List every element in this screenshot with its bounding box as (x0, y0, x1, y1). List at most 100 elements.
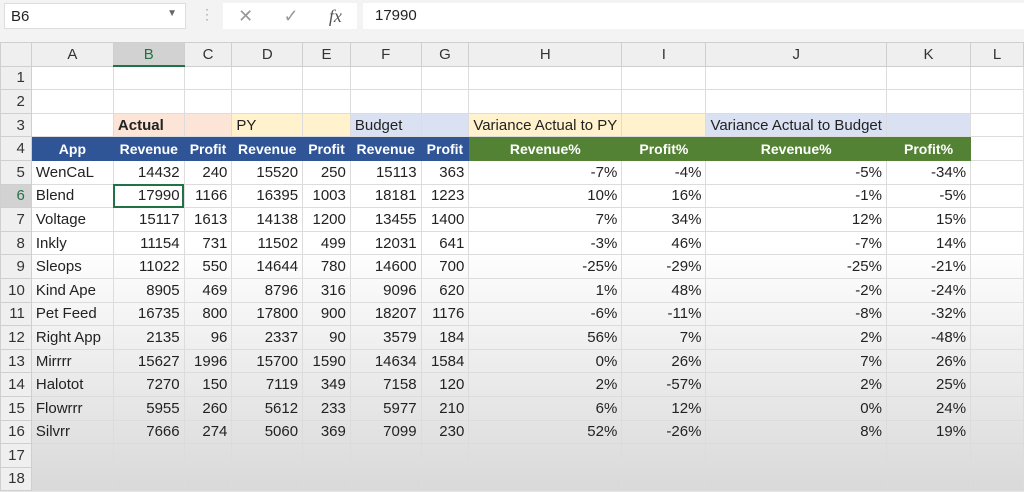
cell-D10[interactable]: 8796 (231, 277, 304, 303)
cell-C16[interactable]: 274 (183, 419, 233, 445)
cell-D14[interactable]: 7119 (231, 372, 304, 397)
cell-J15[interactable]: 0% (705, 395, 887, 421)
cell-H9[interactable]: -25% (468, 254, 623, 279)
cell-G9[interactable]: 700 (420, 254, 470, 279)
cell-I9[interactable]: -29% (621, 254, 707, 279)
cell-B15[interactable]: 5955 (112, 395, 185, 421)
cell-J12[interactable]: 2% (705, 325, 887, 350)
cell-L4[interactable] (970, 136, 1024, 161)
cell-I3[interactable] (621, 112, 707, 138)
cell-D5[interactable]: 15520 (231, 159, 304, 185)
cell-L18[interactable] (970, 466, 1024, 492)
cell-L10[interactable] (970, 277, 1024, 303)
cell-F7[interactable]: 13455 (349, 207, 422, 232)
cell-B17[interactable] (112, 443, 185, 468)
cell-H5[interactable]: -7% (468, 159, 623, 185)
cell-C13[interactable]: 1996 (183, 348, 233, 374)
insert-function-icon[interactable]: fx (329, 6, 342, 27)
cell-A10[interactable]: Kind Ape (30, 277, 114, 303)
cell-C9[interactable]: 550 (183, 254, 233, 279)
column-header-F[interactable]: F (349, 42, 422, 67)
cell-L1[interactable] (970, 65, 1024, 91)
column-header-J[interactable]: J (705, 42, 887, 67)
group-header-budget[interactable]: Budget (349, 112, 422, 138)
cell-E1[interactable] (302, 65, 351, 91)
cell-B7[interactable]: 15117 (112, 207, 185, 232)
cell-I18[interactable] (621, 466, 707, 492)
row-header[interactable]: 13 (0, 348, 32, 374)
cell-K17[interactable] (885, 443, 972, 468)
column-header-B[interactable]: B (112, 42, 185, 68)
cell-K10[interactable]: -24% (885, 277, 972, 303)
enter-check-icon[interactable]: ✓ (283, 6, 298, 27)
cell-C11[interactable]: 800 (183, 301, 233, 327)
column-title-revenue-pct[interactable]: Revenue% (468, 136, 623, 161)
cell-L12[interactable] (970, 325, 1024, 350)
cell-D12[interactable]: 2337 (231, 325, 304, 350)
cell-E2[interactable] (302, 89, 351, 114)
cell-E8[interactable]: 499 (302, 230, 351, 256)
chevron-down-icon[interactable]: ▼ (167, 8, 177, 19)
group-header-py[interactable]: PY (231, 112, 304, 138)
cell-G12[interactable]: 184 (420, 325, 470, 350)
cell-G13[interactable]: 1584 (420, 348, 470, 374)
cell-K7[interactable]: 15% (885, 207, 972, 232)
cell-A12[interactable]: Right App (30, 325, 114, 350)
cell-J16[interactable]: 8% (705, 419, 887, 445)
cell-G5[interactable]: 363 (420, 159, 470, 185)
cell-D11[interactable]: 17800 (231, 301, 304, 327)
cell-B9[interactable]: 11022 (112, 254, 185, 279)
cell-E17[interactable] (302, 443, 351, 468)
column-title-profit-pct[interactable]: Profit% (885, 136, 972, 161)
cell-G11[interactable]: 1176 (420, 301, 470, 327)
cell-F11[interactable]: 18207 (349, 301, 422, 327)
cell-D13[interactable]: 15700 (231, 348, 304, 374)
cell-E11[interactable]: 900 (302, 301, 351, 327)
cell-J11[interactable]: -8% (705, 301, 887, 327)
cell-K8[interactable]: 14% (885, 230, 972, 256)
cell-L17[interactable] (970, 443, 1024, 468)
cell-E3[interactable] (302, 112, 351, 138)
cell-K13[interactable]: 26% (885, 348, 972, 374)
column-header-L[interactable]: L (970, 42, 1024, 67)
cell-K3[interactable] (885, 112, 972, 138)
cell-E14[interactable]: 349 (302, 372, 351, 397)
cell-F8[interactable]: 12031 (349, 230, 422, 256)
cell-H17[interactable] (468, 443, 623, 468)
row-header[interactable]: 12 (0, 325, 32, 350)
column-title-revenue[interactable]: Revenue (112, 136, 185, 161)
cell-H14[interactable]: 2% (468, 372, 623, 397)
cell-K14[interactable]: 25% (885, 372, 972, 397)
cell-L3[interactable] (970, 112, 1024, 138)
cell-D8[interactable]: 11502 (231, 230, 304, 256)
column-title-app[interactable]: App (30, 136, 114, 161)
cell-B12[interactable]: 2135 (112, 325, 185, 350)
column-title-profit[interactable]: Profit (420, 136, 470, 161)
cell-C14[interactable]: 150 (183, 372, 233, 397)
group-header-var-py[interactable]: Variance Actual to PY (468, 112, 623, 138)
column-title-revenue[interactable]: Revenue (231, 136, 304, 161)
cell-A15[interactable]: Flowrrr (30, 395, 114, 421)
cell-A9[interactable]: Sleops (30, 254, 114, 279)
cell-F2[interactable] (349, 89, 422, 114)
cell-E9[interactable]: 780 (302, 254, 351, 279)
row-header[interactable]: 7 (0, 207, 32, 232)
cell-F10[interactable]: 9096 (349, 277, 422, 303)
cell-K6[interactable]: -5% (885, 183, 972, 209)
cell-F15[interactable]: 5977 (349, 395, 422, 421)
cell-K2[interactable] (885, 89, 972, 114)
cell-I1[interactable] (621, 65, 707, 91)
cell-F6[interactable]: 18181 (349, 183, 422, 209)
cell-H7[interactable]: 7% (468, 207, 623, 232)
row-header[interactable]: 18 (0, 466, 32, 492)
cell-E15[interactable]: 233 (302, 395, 351, 421)
cell-A8[interactable]: Inkly (30, 230, 114, 256)
cell-F14[interactable]: 7158 (349, 372, 422, 397)
cell-C8[interactable]: 731 (183, 230, 233, 256)
column-header-E[interactable]: E (302, 42, 351, 67)
cell-J5[interactable]: -5% (705, 159, 887, 185)
cell-D15[interactable]: 5612 (231, 395, 304, 421)
cell-H1[interactable] (468, 65, 623, 91)
cell-E13[interactable]: 1590 (302, 348, 351, 374)
cell-E12[interactable]: 90 (302, 325, 351, 350)
